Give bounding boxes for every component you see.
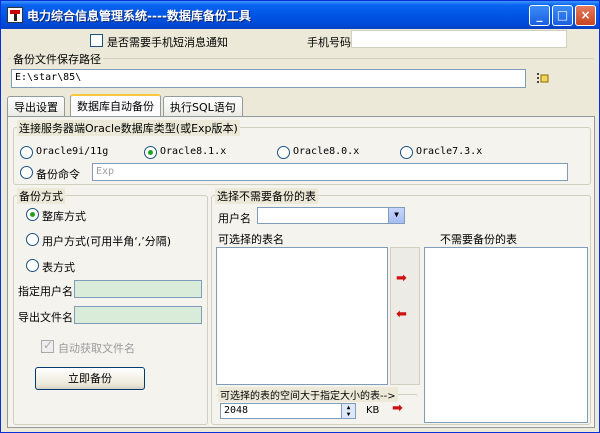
folder-browse-icon[interactable]: [536, 71, 550, 85]
available-tables-list[interactable]: [216, 247, 388, 385]
excluded-tables-list[interactable]: [424, 247, 588, 423]
radio-oracle80[interactable]: [277, 146, 290, 159]
tab-auto-backup[interactable]: 数据库自动备份: [70, 94, 161, 117]
minimize-button[interactable]: _: [529, 5, 550, 26]
label-oracle9i: Oracle9i/11g: [36, 146, 109, 157]
backup-path-input[interactable]: E:\star\85\: [11, 69, 526, 88]
export-file-label: 导出文件名: [18, 311, 73, 324]
radio-oracle81[interactable]: [144, 146, 157, 159]
sms-notify-checkbox[interactable]: [90, 34, 103, 47]
close-button[interactable]: ×: [575, 5, 596, 26]
exclude-tables-legend: 选择不需要备份的表: [215, 188, 318, 204]
available-tables-label: 可选择的表名: [218, 233, 284, 246]
backup-path-legend: 备份文件保存路径: [11, 51, 103, 67]
auto-filename-checkbox[interactable]: [41, 338, 54, 353]
radio-oracle9i[interactable]: [20, 146, 33, 159]
move-left-arrow-icon[interactable]: ⬅: [396, 307, 407, 322]
chevron-down-icon[interactable]: ▼: [388, 208, 404, 223]
label-table-mode: 表方式: [42, 261, 75, 274]
label-user-mode: 用户方式(可用半角‘,’分隔): [42, 235, 172, 248]
label-oracle73: Oracle7.3.x: [416, 146, 483, 157]
space-filter-label: 可选择的表的空间大于指定大小的表-->: [218, 387, 398, 402]
sms-notify-label: 是否需要手机短消息通知: [107, 36, 228, 49]
space-unit-label: KB: [366, 405, 380, 416]
label-full-db: 整库方式: [42, 210, 86, 223]
tab-panel: 连接服务器端Oracle数据库类型(或Exp版本) Oracle9i/11g O…: [7, 116, 595, 428]
space-size-input[interactable]: 2048 ▲ ▼: [220, 403, 356, 419]
main-window: 电力综合信息管理系统----数据库备份工具 _ □ × 是否需要手机短消息通知 …: [0, 0, 600, 433]
window-title: 电力综合信息管理系统----数据库备份工具: [27, 9, 251, 23]
specify-user-label: 指定用户名: [18, 285, 73, 298]
backup-mode-legend: 备份方式: [17, 188, 65, 204]
radio-backup-command[interactable]: [20, 166, 33, 179]
move-right-arrow-icon[interactable]: ➡: [396, 271, 407, 286]
phone-input[interactable]: [351, 30, 567, 48]
specify-user-input[interactable]: [74, 280, 202, 298]
radio-table-mode[interactable]: [26, 259, 39, 272]
radio-user-mode[interactable]: [26, 233, 39, 246]
title-bar[interactable]: 电力综合信息管理系统----数据库备份工具 _ □ ×: [1, 1, 599, 29]
spin-down-icon[interactable]: ▼: [342, 411, 355, 418]
label-oracle81: Oracle8.1.x: [160, 146, 227, 157]
export-file-input[interactable]: [74, 306, 202, 324]
backup-command-input[interactable]: Exp: [92, 163, 568, 181]
exclude-user-label: 用户名: [218, 212, 251, 225]
exclude-user-combo[interactable]: ▼: [257, 207, 405, 224]
tab-export-settings[interactable]: 导出设置: [7, 96, 65, 116]
radio-full-db[interactable]: [26, 208, 39, 221]
apply-filter-arrow-icon[interactable]: ➡: [392, 401, 403, 416]
tab-execute-sql[interactable]: 执行SQL语句: [163, 96, 243, 116]
backup-command-label: 备份命令: [36, 168, 80, 181]
oracle-type-legend: 连接服务器端Oracle数据库类型(或Exp版本): [17, 120, 240, 136]
radio-oracle73[interactable]: [400, 146, 413, 159]
spin-up-icon[interactable]: ▲: [342, 404, 355, 411]
label-oracle80: Oracle8.0.x: [293, 146, 360, 157]
excluded-tables-label: 不需要备份的表: [440, 233, 517, 246]
app-icon: [7, 7, 23, 23]
spin-buttons[interactable]: ▲ ▼: [341, 404, 355, 418]
phone-label: 手机号码: [307, 36, 351, 49]
maximize-button[interactable]: □: [552, 5, 573, 26]
auto-filename-label: 自动获取文件名: [58, 342, 135, 355]
backup-now-button[interactable]: 立即备份: [35, 367, 145, 390]
